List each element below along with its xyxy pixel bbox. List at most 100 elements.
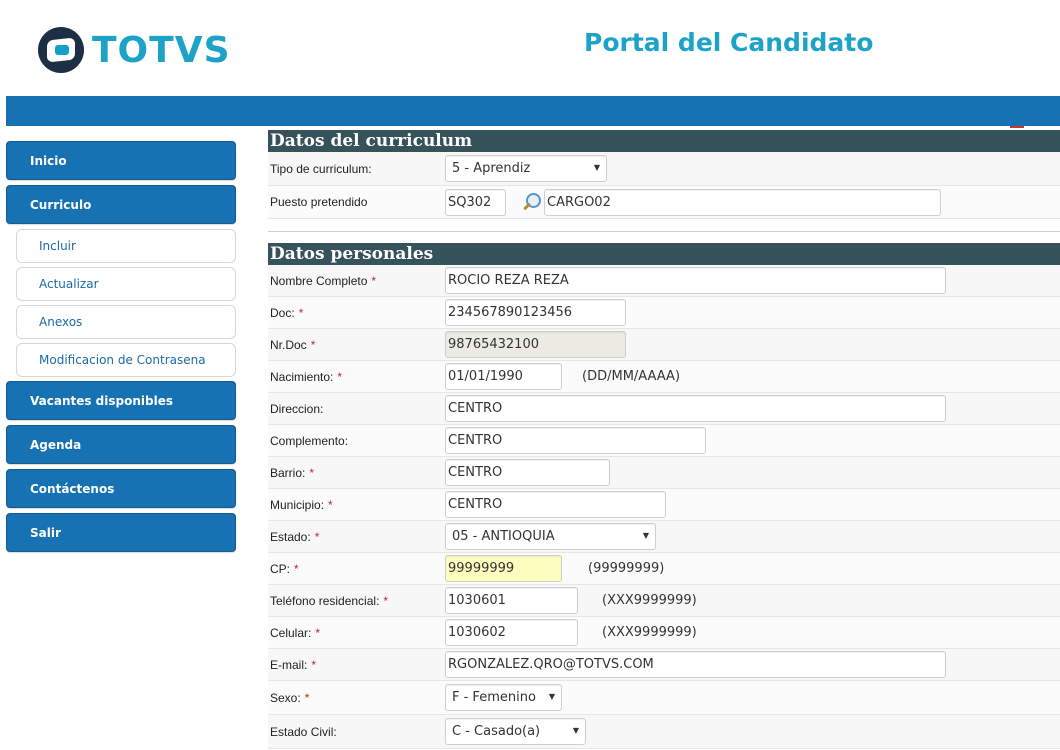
form-row-telefono: Teléfono residencial: * 1030601 (XXX99999… xyxy=(268,585,1060,617)
sexo-label: Sexo: * xyxy=(268,691,445,705)
celular-input[interactable]: 1030602 xyxy=(445,619,578,646)
nombre-input[interactable]: ROCIO REZA REZA xyxy=(445,267,946,294)
sidebar-item-label: Vacantes disponibles xyxy=(30,393,173,408)
logo-text: TOTVS xyxy=(92,29,231,71)
tipo-curriculum-value: 5 - Aprendiz xyxy=(452,161,531,176)
form-row-nrdoc: Nr.Doc * 98765432100 xyxy=(268,329,1060,361)
puesto-label: Puesto pretendido xyxy=(270,195,368,209)
estado-civil-select[interactable]: C - Casado(a) xyxy=(445,718,586,745)
puesto-description-value: CARGO02 xyxy=(547,194,611,210)
sidebar-item-label: Salir xyxy=(30,525,61,540)
required-marker: * xyxy=(298,305,304,320)
form-row-complemento: Complemento: CENTRO xyxy=(268,425,1060,457)
barrio-label: Barrio: * xyxy=(268,466,445,480)
email-label: E-mail: * xyxy=(268,658,445,672)
direccion-value: CENTRO xyxy=(448,401,503,416)
required-marker: * xyxy=(294,561,299,576)
sidebar-subitem-actualizar[interactable]: Actualizar xyxy=(16,267,236,301)
required-marker: * xyxy=(315,625,321,640)
cp-input[interactable]: 99999999 xyxy=(445,555,562,582)
label-text: CP: xyxy=(270,561,291,576)
direccion-input[interactable]: CENTRO xyxy=(445,395,946,422)
form-row-sexo: Sexo: * F - Femenino xyxy=(268,681,1060,715)
form-row-direccion: Direccion: CENTRO xyxy=(268,393,1060,425)
estado-label: Estado: * xyxy=(268,530,445,544)
nacimiento-format-hint: (DD/MM/AAAA) xyxy=(582,369,681,384)
form-row-email: E-mail: * RGONZALEZ.QRO@TOTVS.COM xyxy=(268,649,1060,681)
puesto-code-value: SQ302 xyxy=(448,194,492,210)
section-header-personal: Datos personales xyxy=(268,243,1060,265)
sidebar-item-contactenos[interactable]: Contáctenos xyxy=(6,469,236,508)
label-text: Nombre Completo xyxy=(270,273,368,288)
form-row-barrio: Barrio: * CENTRO xyxy=(268,457,1060,489)
estado-civil-value: C - Casado(a) xyxy=(452,724,541,739)
sidebar-item-curriculo[interactable]: Curriculo xyxy=(6,185,236,224)
telefono-label: Teléfono residencial: * xyxy=(268,594,445,608)
sidebar-item-label: Contáctenos xyxy=(30,481,115,496)
form-row-estado-civil: Estado Civil: C - Casado(a) xyxy=(268,715,1060,749)
estado-select[interactable]: 05 - ANTIOQUIA xyxy=(445,523,656,550)
sidebar-item-label: Modificacion de Contrasena xyxy=(39,353,206,367)
email-value: RGONZALEZ.QRO@TOTVS.COM xyxy=(448,657,654,672)
form-row-cp: CP: * 99999999 (99999999) xyxy=(268,553,1060,585)
barrio-input[interactable]: CENTRO xyxy=(445,459,610,486)
cp-format-hint: (99999999) xyxy=(588,561,665,576)
form-row-nacimiento: Nacimiento: * 01/01/1990 (DD/MM/AAAA) xyxy=(268,361,1060,393)
sexo-value: F - Femenino xyxy=(452,690,536,705)
nombre-value: ROCIO REZA REZA xyxy=(448,273,569,288)
municipio-value: CENTRO xyxy=(448,497,503,512)
sidebar-item-label: Agenda xyxy=(30,437,82,452)
sidebar-item-label: Curriculo xyxy=(30,197,92,212)
sidebar-subitem-modificacion-contrasena[interactable]: Modificacion de Contrasena xyxy=(16,343,236,377)
tipo-curriculum-select[interactable]: 5 - Aprendiz xyxy=(445,155,607,182)
label-text: Doc: xyxy=(270,305,295,320)
required-marker: * xyxy=(309,465,315,480)
sidebar-subitem-incluir[interactable]: Incluir xyxy=(16,229,236,263)
sidebar-item-label: Actualizar xyxy=(39,277,99,291)
estado-civil-label: Estado Civil: xyxy=(270,724,337,739)
doc-label: Doc: * xyxy=(268,306,445,320)
form-row-municipio: Municipio: * CENTRO xyxy=(268,489,1060,521)
label-text: Teléfono residencial: xyxy=(270,593,380,608)
form-row-nombre: Nombre Completo * ROCIO REZA REZA xyxy=(268,265,1060,297)
top-nav-bar xyxy=(6,96,1060,128)
label-text: Nacimiento: xyxy=(270,369,334,384)
email-input[interactable]: RGONZALEZ.QRO@TOTVS.COM xyxy=(445,651,946,678)
sidebar-item-inicio[interactable]: Inicio xyxy=(6,141,236,180)
label-text: Estado: xyxy=(270,529,311,544)
sidebar-menu: Inicio Curriculo Incluir Actualizar Anex… xyxy=(6,141,236,557)
label-text: Municipio: xyxy=(270,497,325,512)
required-marker: * xyxy=(328,497,333,512)
puesto-code-input[interactable]: SQ302 xyxy=(445,188,506,216)
label-text: E-mail: xyxy=(270,657,308,672)
required-marker: * xyxy=(314,529,320,544)
celular-value: 1030602 xyxy=(448,625,506,640)
form-row-doc: Doc: * 234567890123456 xyxy=(268,297,1060,329)
form-row-tipo-curriculum: Tipo de curriculum: 5 - Aprendiz xyxy=(268,152,1060,186)
municipio-label: Municipio: * xyxy=(268,498,445,512)
nrdoc-value: 98765432100 xyxy=(448,337,539,352)
sidebar-item-vacantes[interactable]: Vacantes disponibles xyxy=(6,381,236,420)
form-row-estado: Estado: * 05 - ANTIOQUIA xyxy=(268,521,1060,553)
complemento-input[interactable]: CENTRO xyxy=(445,427,706,454)
nacimiento-input[interactable]: 01/01/1990 xyxy=(445,363,562,390)
sidebar-item-agenda[interactable]: Agenda xyxy=(6,425,236,464)
sidebar-item-salir[interactable]: Salir xyxy=(6,513,236,552)
section-divider xyxy=(268,231,1060,232)
municipio-input[interactable]: CENTRO xyxy=(445,491,666,518)
page-title: Portal del Candidato xyxy=(584,28,874,57)
required-marker: * xyxy=(371,273,377,288)
celular-label: Celular: * xyxy=(268,626,445,640)
required-marker: * xyxy=(310,337,316,352)
form-row-celular: Celular: * 1030602 (XXX9999999) xyxy=(268,617,1060,649)
sexo-select[interactable]: F - Femenino xyxy=(445,684,562,711)
puesto-description-input[interactable]: CARGO02 xyxy=(544,188,941,216)
sidebar-subitem-anexos[interactable]: Anexos xyxy=(16,305,236,339)
search-icon[interactable] xyxy=(520,191,542,213)
required-marker: * xyxy=(311,657,317,672)
totvs-logo: TOTVS xyxy=(38,27,231,73)
label-text: Sexo: xyxy=(270,690,301,705)
required-marker: * xyxy=(304,690,310,705)
telefono-input[interactable]: 1030601 xyxy=(445,587,578,614)
doc-input[interactable]: 234567890123456 xyxy=(445,299,626,326)
